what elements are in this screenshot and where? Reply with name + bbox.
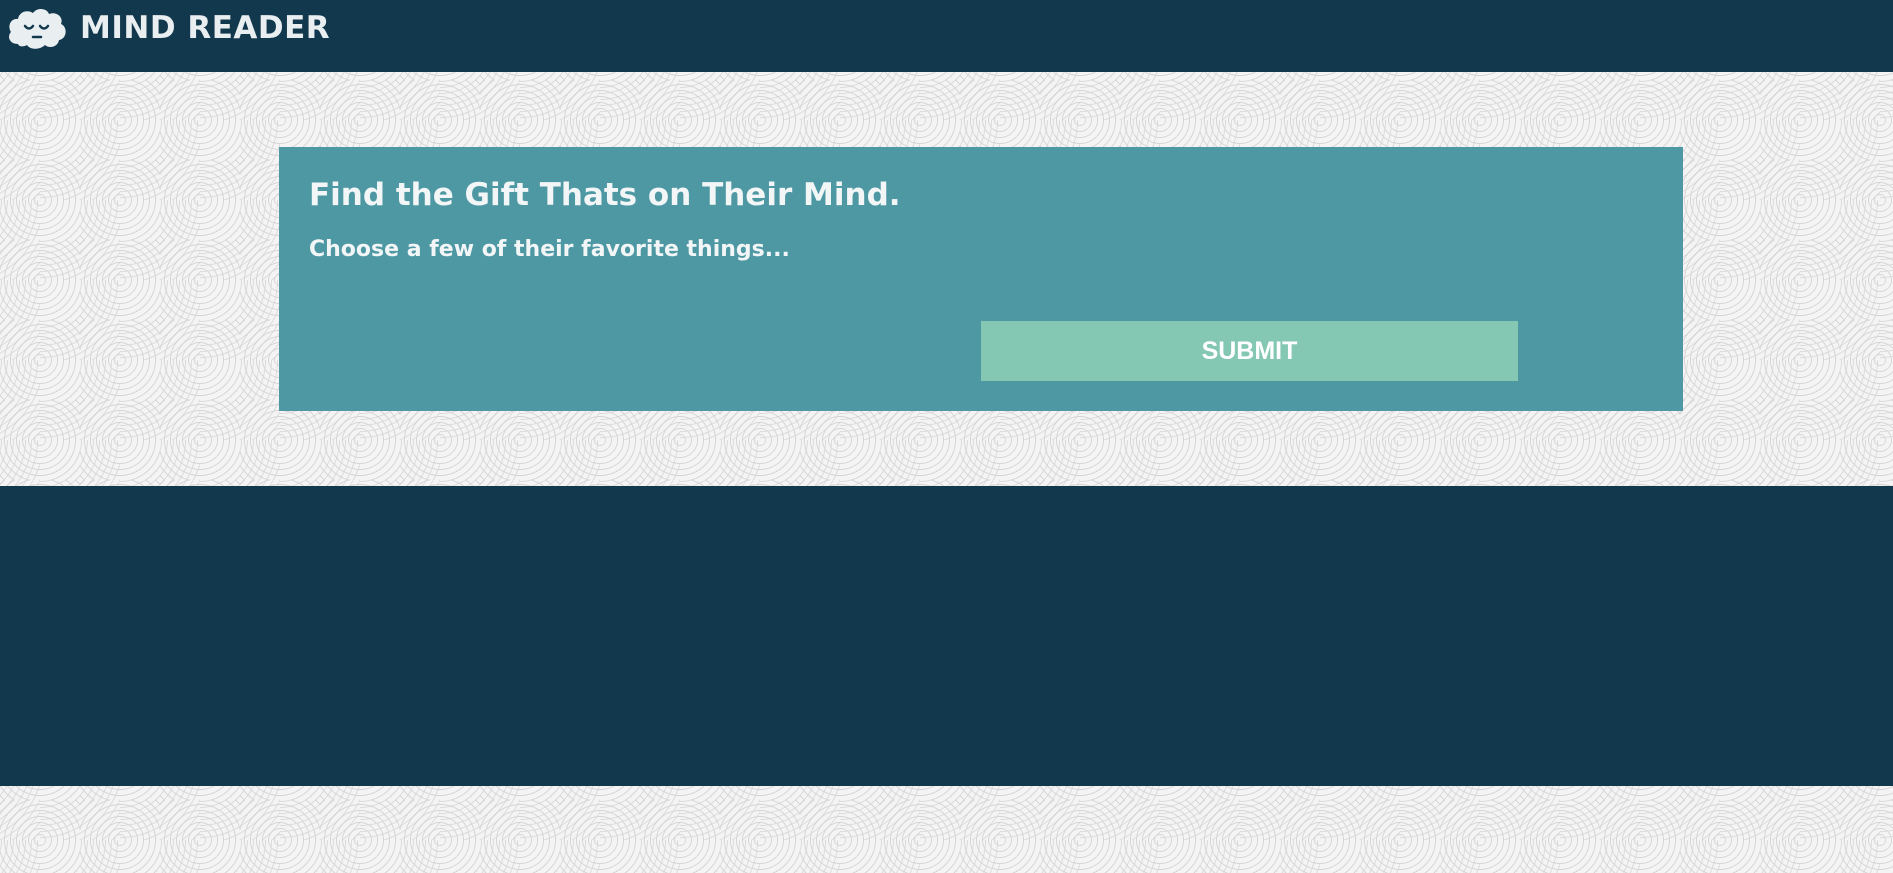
results-section: [0, 486, 1893, 786]
top-navigation-bar: MIND READER: [0, 0, 1893, 72]
page-subtitle: Choose a few of their favorite things...: [309, 237, 790, 262]
gift-finder-card: Find the Gift Thats on Their Mind. Choos…: [279, 147, 1683, 411]
brand-logo[interactable]: MIND READER: [6, 6, 330, 50]
submit-button[interactable]: SUBMIT: [981, 321, 1518, 381]
sleeping-cloud-face-icon: [9, 8, 66, 49]
page-title: Find the Gift Thats on Their Mind.: [309, 177, 901, 213]
brand-name: MIND READER: [80, 10, 331, 46]
